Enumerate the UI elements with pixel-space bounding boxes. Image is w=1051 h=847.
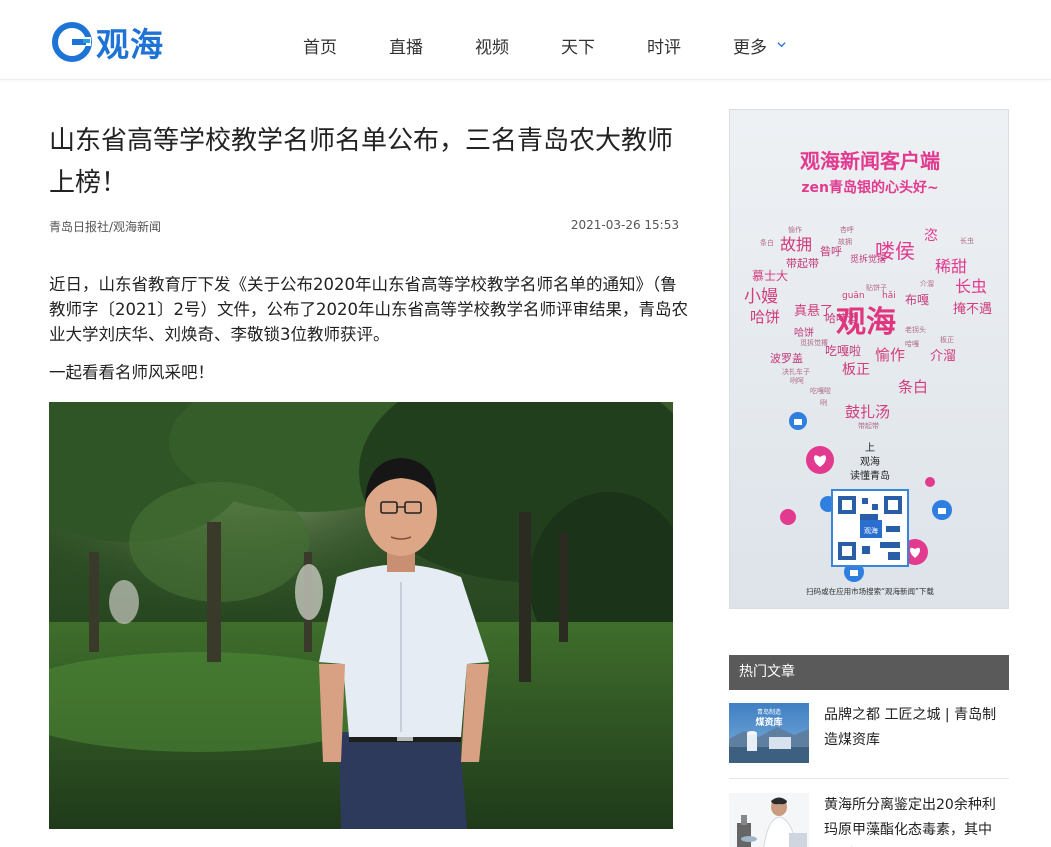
cloud-word: 介溜 <box>920 279 934 288</box>
chevron-down-icon <box>777 42 786 48</box>
hot-articles-header: 热门文章 <box>729 655 1009 690</box>
cloud-word: 条白 <box>760 238 774 247</box>
nav-more-label: 更多 <box>733 38 767 58</box>
cloud-word: 吃嘎啦 <box>825 343 861 358</box>
factory-thumbnail-image: 青岛制造 煤资库 <box>729 703 809 763</box>
thumb-title: 煤资库 <box>755 716 782 728</box>
cloud-word: 掩不遇 <box>953 302 992 317</box>
site-logo[interactable]: 观海 <box>52 20 164 64</box>
cloud-word: 波罗盖 <box>770 351 803 365</box>
heart-icon <box>806 446 834 474</box>
cloud-word: 慕士大 <box>752 269 788 283</box>
divider <box>729 778 1009 779</box>
nav-live[interactable]: 直播 <box>389 33 423 58</box>
cloud-word: 愉作 <box>788 225 802 234</box>
cloud-word: 长虫 <box>960 236 974 245</box>
cloud-word: 稀甜 <box>935 257 967 276</box>
cloud-word: 哈饼 <box>750 308 780 326</box>
nav-world[interactable]: 天下 <box>561 33 595 58</box>
app-advertisement[interactable]: 观海新闻客户端 zen青岛银的心头好~ 故拥 喽侯 稀甜 小嫚 长虫 哈饼 真悬… <box>729 109 1009 609</box>
article-paragraph: 近日，山东省教育厅下发《关于公布2020年山东省高等学校教学名师名单的通知》（鲁… <box>49 275 688 344</box>
article-paragraph: 一起看看名师风采吧！ <box>49 363 214 382</box>
cloud-word: 咧 <box>820 398 827 407</box>
cloud-word: 带起带 <box>786 257 819 270</box>
article-photo <box>49 402 673 829</box>
nav-home[interactable]: 首页 <box>303 33 337 58</box>
hot-article-item[interactable]: 青岛制造 煤资库 品牌之都 工匠之城 | 青岛制造煤资库 <box>729 703 1009 765</box>
qr-code-icon: 观海 <box>831 489 909 567</box>
cloud-word: 老拐头 <box>905 325 926 334</box>
cloud-word: 昝呼 <box>820 244 842 258</box>
pinyin-label: hǎi <box>882 291 896 301</box>
cloud-word: 故拥 <box>780 235 812 254</box>
ad-subtitle: zen青岛银的心头好~ <box>801 179 938 196</box>
hot-article-title[interactable]: 品牌之都 工匠之城 | 青岛制造煤资库 <box>824 703 1009 753</box>
ad-footer: 扫码或在应用市场搜索“观海新闻”下载 <box>806 586 934 596</box>
thumbs-up-icon <box>932 500 952 520</box>
cloud-word: 介溜 <box>930 349 956 364</box>
cloud-word: 杏呼 <box>840 225 854 234</box>
cloud-word: 小嫚 <box>744 287 778 307</box>
cloud-word: 吃嘎啦 <box>810 386 831 395</box>
ad-graphic: 观海新闻客户端 zen青岛银的心头好~ 故拥 喽侯 稀甜 小嫚 长虫 哈饼 真悬… <box>730 110 1008 608</box>
cloud-word: 长虫 <box>955 277 987 296</box>
nav-video[interactable]: 视频 <box>475 33 509 58</box>
cloud-word: 愉作 <box>875 346 905 364</box>
logo-text: 观海 <box>96 25 164 64</box>
teacher-portrait-image <box>49 402 673 829</box>
cloud-word: 恣 <box>924 228 938 244</box>
lab-thumbnail-image <box>729 793 809 847</box>
nav-more[interactable]: 更多 <box>733 33 786 58</box>
cloud-word: 板正 <box>940 335 954 344</box>
nav-commentary[interactable]: 时评 <box>647 33 681 58</box>
thumb-caption: 青岛制造 <box>757 708 781 716</box>
cloud-word: 哈饼 <box>794 326 814 339</box>
cloud-word: 故拥 <box>838 237 852 246</box>
site-header: 观海 首页 直播 视频 天下 时评 更多 <box>0 0 1051 80</box>
slogan-brand: 观海 <box>860 455 880 468</box>
hot-article-thumbnail[interactable] <box>729 793 809 847</box>
article-timestamp: 2021-03-26 15:53 <box>570 218 679 232</box>
pinyin-label: guān <box>842 291 865 301</box>
hot-article-title[interactable]: 黄海所分离鉴定出20余种利玛原甲藻酯化态毒素，其中15种 <box>824 793 1009 847</box>
cloud-word: 觅拆觉撂 <box>800 338 828 347</box>
cloud-word: 板正 <box>842 362 870 378</box>
cloud-word: 觅拆觉撂 <box>850 253 886 265</box>
cloud-word: 哈嘎 <box>905 339 919 348</box>
cloud-word: 带起带 <box>858 422 879 430</box>
qr-label: 观海 <box>864 526 878 535</box>
ad-title: 观海新闻客户端 <box>800 149 940 173</box>
heart-icon <box>780 509 796 525</box>
thumbs-up-icon <box>789 412 807 430</box>
slogan-text: 读懂青岛 <box>850 469 890 482</box>
article-source[interactable]: 青岛日报社/观海新闻 <box>49 218 161 235</box>
hot-article-item[interactable]: 黄海所分离鉴定出20余种利玛原甲藻酯化态毒素，其中15种 <box>729 793 1009 847</box>
heart-icon <box>925 477 935 487</box>
center-brand: 观海 <box>836 305 896 340</box>
cloud-word: 鼓扎汤 <box>845 403 890 421</box>
cloud-word: 条白 <box>898 378 928 396</box>
cloud-word: 决扎车子 <box>782 367 810 376</box>
cloud-word: 咧呵 <box>790 376 804 385</box>
cloud-word: 布嘎 <box>905 293 929 307</box>
main-nav: 首页 直播 视频 天下 时评 更多 <box>303 33 838 58</box>
hot-article-thumbnail[interactable]: 青岛制造 煤资库 <box>729 703 809 763</box>
slogan-up: 上 <box>865 442 875 454</box>
article-title: 山东省高等学校教学名师名单公布，三名青岛农大教师上榜！ <box>49 126 674 198</box>
guanhai-logo-icon <box>52 22 92 62</box>
